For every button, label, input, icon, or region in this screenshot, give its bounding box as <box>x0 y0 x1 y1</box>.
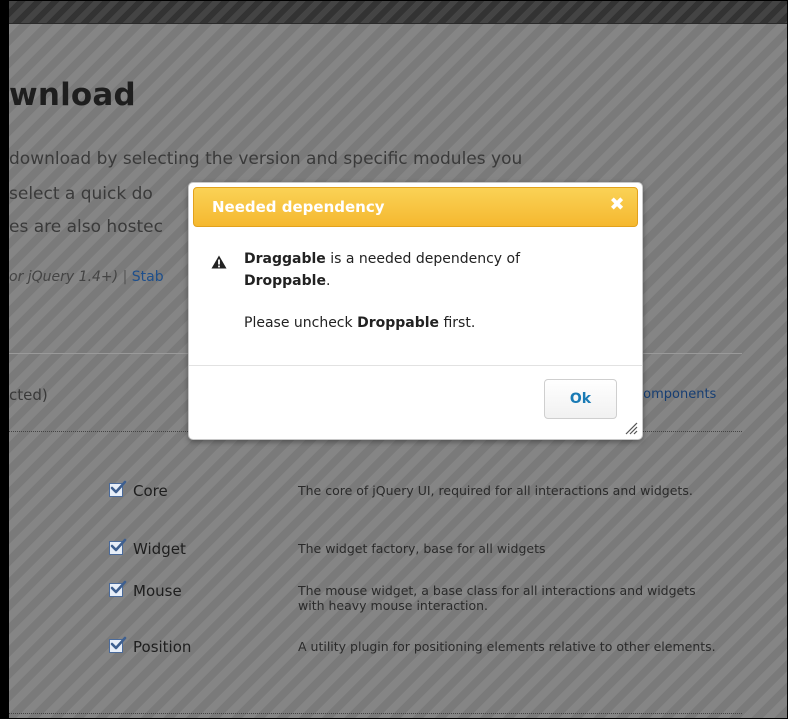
message-suffix: first. <box>439 315 476 331</box>
message-line-2: Droppable. <box>244 273 330 289</box>
ok-button[interactable]: Ok <box>544 379 617 419</box>
module-name: Core <box>133 482 168 500</box>
version-selector-line: or jQuery 1.4+) | Stab <box>9 269 164 285</box>
message-prefix: Please uncheck <box>244 315 358 331</box>
resize-grip-icon[interactable] <box>624 421 638 435</box>
browser-viewport: wnload download by selecting the version… <box>0 0 788 719</box>
module-description: A utility plugin for positioning element… <box>298 639 716 654</box>
checkmark-icon <box>110 580 127 594</box>
intro-text-line-3: es are also hostec <box>9 217 163 237</box>
message-period: . <box>325 273 331 289</box>
uncheck-target-name: Droppable <box>357 315 440 331</box>
dependent-module-name: Droppable <box>244 273 326 289</box>
widget-checkbox[interactable] <box>109 538 127 555</box>
version-separator: | <box>122 269 128 285</box>
dialog-footer-divider <box>189 365 642 366</box>
page-background: wnload download by selecting the version… <box>9 1 787 718</box>
intro-text-line-2: select a quick do <box>9 184 153 204</box>
close-icon[interactable]: ✖ <box>609 196 625 214</box>
core-checkbox[interactable] <box>109 480 127 497</box>
stable-version-link[interactable]: Stab <box>132 269 164 285</box>
dependency-module-name: Draggable <box>244 251 326 267</box>
warning-icon <box>211 255 227 269</box>
module-description: The mouse widget, a base class for all i… <box>298 583 696 613</box>
page-title: wnload <box>9 77 136 113</box>
mouse-checkbox[interactable] <box>109 580 127 597</box>
dialog-titlebar[interactable]: Needed dependency ✖ <box>193 187 638 227</box>
components-footer-divider <box>9 713 742 714</box>
position-checkbox[interactable] <box>109 636 127 653</box>
module-name: Position <box>133 638 192 656</box>
module-name: Mouse <box>133 582 182 600</box>
toggle-components-link[interactable]: components <box>636 387 716 402</box>
checkmark-icon <box>110 480 127 494</box>
site-header-strip <box>9 1 787 24</box>
module-description: The core of jQuery UI, required for all … <box>298 483 693 498</box>
module-description: The widget factory, base for all widgets <box>298 541 546 556</box>
dependency-dialog: Needed dependency ✖ Draggable is a neede… <box>188 182 643 440</box>
components-selected-label: cted) <box>9 386 48 404</box>
checkmark-icon <box>110 636 127 650</box>
version-note: or jQuery 1.4+) <box>9 269 119 285</box>
checkmark-icon <box>110 538 127 552</box>
dialog-title: Needed dependency <box>212 198 385 216</box>
message-line-3: Please uncheck Droppable first. <box>244 315 475 331</box>
message-line-1: Draggable is a needed dependency of <box>244 251 520 267</box>
message-text: is a needed dependency of <box>325 251 521 267</box>
intro-text-line-1: download by selecting the version and sp… <box>9 149 523 169</box>
module-name: Widget <box>133 540 186 558</box>
